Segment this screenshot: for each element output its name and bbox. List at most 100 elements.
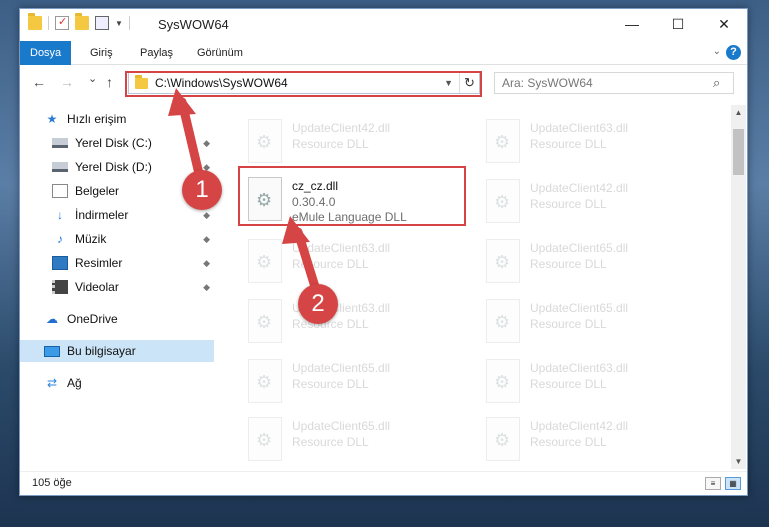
- chevron-down-icon[interactable]: ⌄: [713, 46, 721, 57]
- dll-file-icon: [486, 239, 520, 283]
- dll-file-icon: [486, 359, 520, 403]
- file-item[interactable]: UpdateClient63.dll Resource DLL: [244, 295, 472, 351]
- dll-file-icon: [486, 299, 520, 343]
- sidebar-item-label: İndirmeler: [75, 208, 129, 222]
- window-title: SysWOW64: [158, 17, 229, 32]
- sidebar-item-music[interactable]: ♪ Müzik ◆: [20, 228, 214, 250]
- file-name: UpdateClient63.dll: [530, 361, 629, 375]
- sidebar-item-network[interactable]: ⇄ Ağ: [20, 372, 214, 394]
- target-file-highlight-box: [238, 166, 466, 226]
- sidebar-item-local-disk-d[interactable]: Yerel Disk (D:) ◆: [20, 156, 214, 178]
- file-name: UpdateClient65.dll: [292, 361, 391, 375]
- pin-icon: ◆: [203, 209, 210, 220]
- item-count: 105 öğe: [32, 477, 72, 489]
- file-list: UpdateClient42.dll Resource DLL UpdateCl…: [230, 105, 728, 469]
- file-item[interactable]: UpdateClient42.dll Resource DLL: [482, 413, 710, 469]
- file-item[interactable]: UpdateClient42.dll Resource DLL: [244, 115, 472, 171]
- sidebar-item-local-disk-c[interactable]: Yerel Disk (C:) ◆: [20, 132, 214, 154]
- drive-icon: [52, 162, 68, 172]
- quick-access-toolbar: ▼: [28, 13, 130, 30]
- tab-file[interactable]: Dosya: [20, 41, 72, 65]
- file-type: Resource DLL: [292, 257, 369, 271]
- sidebar-item-label: Videolar: [75, 280, 119, 294]
- properties-check-icon[interactable]: [55, 15, 69, 30]
- sidebar-item-label: Hızlı erişim: [67, 112, 127, 126]
- dll-file-icon: [486, 417, 520, 461]
- forward-arrow-icon[interactable]: →: [60, 74, 74, 90]
- file-name: UpdateClient65.dll: [530, 241, 629, 255]
- sidebar-item-this-pc[interactable]: Bu bilgisayar: [20, 340, 214, 362]
- search-box[interactable]: Ara: SysWOW64 ⌕: [494, 72, 734, 94]
- details-view-icon[interactable]: ≡: [705, 477, 721, 490]
- file-name: UpdateClient42.dll: [292, 121, 391, 135]
- tab-share[interactable]: Paylaş: [130, 41, 183, 65]
- document-icon: [52, 184, 68, 198]
- folder-icon[interactable]: [28, 13, 42, 30]
- file-type: Resource DLL: [530, 377, 607, 391]
- scroll-down-icon[interactable]: ▼: [731, 454, 746, 469]
- file-item[interactable]: UpdateClient63.dll Resource DLL: [244, 235, 472, 291]
- file-name: UpdateClient63.dll: [292, 241, 391, 255]
- file-item[interactable]: UpdateClient65.dll Resource DLL: [482, 235, 710, 291]
- pin-icon: ◆: [203, 257, 210, 268]
- back-arrow-icon[interactable]: ←: [32, 74, 46, 90]
- file-item[interactable]: UpdateClient63.dll Resource DLL: [482, 355, 710, 411]
- tab-view[interactable]: Görünüm: [187, 41, 253, 65]
- network-icon: ⇄: [46, 376, 58, 390]
- customize-dropdown-icon[interactable]: ▼: [115, 19, 123, 28]
- cloud-icon: ☁: [46, 312, 58, 326]
- sidebar-item-onedrive[interactable]: ☁ OneDrive: [20, 308, 214, 330]
- pin-icon: ◆: [203, 137, 210, 148]
- sidebar-item-pictures[interactable]: Resimler ◆: [20, 252, 214, 274]
- step-2-badge: 2: [298, 284, 338, 324]
- file-type: Resource DLL: [530, 435, 607, 449]
- status-bar: 105 öğe ≡ ▦: [20, 471, 747, 495]
- sidebar-item-label: Ağ: [67, 376, 82, 390]
- view-list-icon[interactable]: [95, 16, 109, 30]
- sidebar-item-label: Müzik: [75, 232, 107, 246]
- maximize-button[interactable]: ☐: [655, 9, 701, 39]
- up-arrow-icon[interactable]: ↑: [106, 74, 113, 90]
- computer-icon: [44, 345, 60, 357]
- sidebar-item-downloads[interactable]: ↓ İndirmeler ◆: [20, 204, 214, 226]
- file-type: Resource DLL: [530, 197, 607, 211]
- recent-locations-icon[interactable]: ⌄: [88, 72, 97, 85]
- file-type: Resource DLL: [292, 377, 369, 391]
- scrollbar-thumb[interactable]: [733, 129, 744, 175]
- sidebar-item-label: OneDrive: [67, 312, 118, 326]
- file-item[interactable]: UpdateClient65.dll Resource DLL: [244, 355, 472, 411]
- dll-file-icon: [486, 119, 520, 163]
- file-type: Resource DLL: [530, 257, 607, 271]
- file-item[interactable]: UpdateClient42.dll Resource DLL: [482, 175, 710, 231]
- new-folder-icon[interactable]: [75, 13, 89, 30]
- file-name: UpdateClient65.dll: [292, 419, 391, 433]
- dll-file-icon: [486, 179, 520, 223]
- minimize-button[interactable]: —: [609, 9, 655, 39]
- music-icon: ♪: [57, 232, 63, 246]
- dll-file-icon: [248, 299, 282, 343]
- navigation-bar: ← → ⌄ ↑ C:\Windows\SysWOW64 ▼ ↻ Ara: Sys…: [20, 66, 747, 100]
- file-item[interactable]: UpdateClient63.dll Resource DLL: [482, 115, 710, 171]
- file-item[interactable]: UpdateClient65.dll Resource DLL: [244, 413, 472, 469]
- file-item[interactable]: UpdateClient65.dll Resource DLL: [482, 295, 710, 351]
- search-input[interactable]: Ara: SysWOW64: [502, 76, 713, 90]
- tiles-view-icon[interactable]: ▦: [725, 477, 741, 490]
- title-bar: ▼ SysWOW64 — ☐ ✕: [20, 9, 747, 41]
- scroll-up-icon[interactable]: ▲: [731, 105, 746, 120]
- navigation-pane: ★ Hızlı erişim Yerel Disk (C:) ◆ Yerel D…: [20, 105, 214, 469]
- star-icon: ★: [46, 112, 58, 126]
- file-name: UpdateClient65.dll: [530, 301, 629, 315]
- file-type: Resource DLL: [292, 435, 369, 449]
- help-icon[interactable]: ?: [726, 45, 741, 60]
- file-type: Resource DLL: [292, 137, 369, 151]
- file-type: Resource DLL: [530, 317, 607, 331]
- sidebar-item-videos[interactable]: Videolar ◆: [20, 276, 214, 298]
- search-icon[interactable]: ⌕: [713, 75, 733, 91]
- step-1-badge: 1: [182, 170, 222, 210]
- tab-home[interactable]: Giriş: [80, 41, 123, 65]
- sidebar-item-quick-access[interactable]: ★ Hızlı erişim: [20, 108, 214, 130]
- vertical-scrollbar[interactable]: ▲ ▼: [731, 105, 746, 469]
- file-type: Resource DLL: [530, 137, 607, 151]
- download-icon: ↓: [57, 208, 63, 222]
- close-button[interactable]: ✕: [701, 9, 747, 39]
